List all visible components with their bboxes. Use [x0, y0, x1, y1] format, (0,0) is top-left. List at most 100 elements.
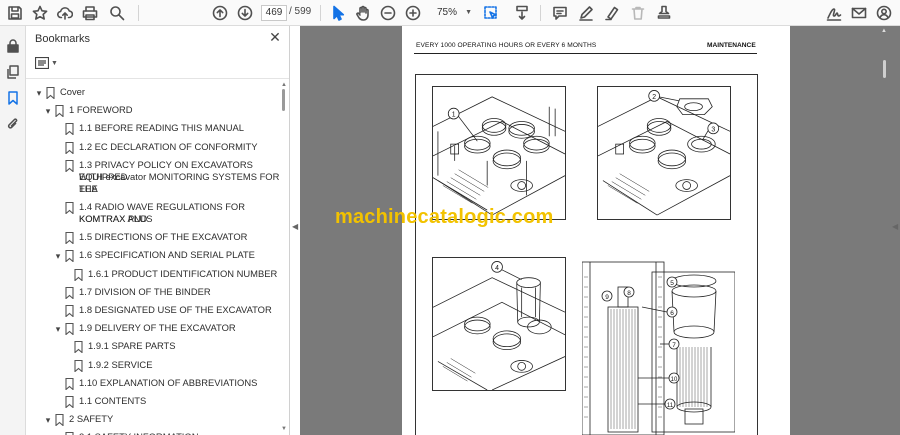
bookmark-label: 1.9.2 SERVICE	[88, 358, 153, 370]
bookmarks-scrollbar-thumb[interactable]	[282, 89, 285, 111]
bookmark-item[interactable]: 1.3 PRIVACY POLICY ON EXCAVATORS EQUIPPE…	[26, 159, 281, 195]
bookmark-icon	[65, 141, 74, 155]
bookmark-item[interactable]: 1.2 EC DECLARATION OF CONFORMITY	[26, 141, 281, 155]
highlight-icon[interactable]	[602, 3, 622, 23]
expand-toggle-icon[interactable]: ▾	[34, 87, 44, 99]
bookmark-icon	[65, 123, 74, 137]
bookmark-item[interactable]: ▾ 1.6 SPECIFICATION AND SERIAL PLATE	[26, 249, 281, 264]
figure-filter-housing-2: 2 3	[597, 86, 731, 220]
pages-icon[interactable]	[4, 63, 22, 81]
zoom-search-icon[interactable]	[107, 3, 127, 23]
bookmark-item[interactable]: 1.4 RADIO WAVE REGULATIONS FOR KOMTRAX A…	[26, 201, 281, 225]
bookmark-icon	[65, 250, 74, 264]
page-up-icon[interactable]	[210, 3, 230, 23]
bookmark-item[interactable]: ▾ 2 SAFETY	[26, 413, 281, 427]
bookmark-label: 1.7 DIVISION OF THE BINDER	[79, 285, 211, 297]
bookmark-options-button[interactable]: ▼	[35, 55, 61, 71]
zoom-out-icon[interactable]	[378, 3, 398, 23]
delete-icon[interactable]	[628, 3, 648, 23]
panel-divider	[26, 78, 289, 79]
scroll-down-arrow[interactable]: ▼	[281, 426, 287, 432]
print-icon[interactable]	[80, 3, 100, 23]
account-icon[interactable]	[874, 3, 894, 23]
bookmark-label: 2 SAFETY	[69, 413, 114, 425]
bookmark-label: KOMTRAX PLUS	[79, 213, 153, 224]
bookmark-item[interactable]: 1.5 DIRECTIONS OF THE EXCAVATOR	[26, 231, 281, 245]
bookmark-item[interactable]: ▾ Cover	[26, 86, 281, 100]
comment-icon[interactable]	[550, 3, 570, 23]
figure-filter-housing-3: 4	[432, 257, 566, 391]
lock-icon[interactable]	[4, 37, 22, 55]
bookmark-item[interactable]: 1.1 CONTENTS	[26, 395, 281, 409]
callout-10: 10	[671, 377, 678, 383]
expand-toggle-icon[interactable]: ▾	[53, 250, 63, 262]
star-icon[interactable]	[30, 3, 50, 23]
scroll-mode-icon[interactable]	[512, 3, 532, 23]
bookmark-icon	[74, 359, 83, 373]
zoom-level-value: 75%	[437, 7, 458, 18]
bookmark-item[interactable]: ▾ 1 FOREWORD	[26, 104, 281, 118]
bookmark-label: 1.10 EXPLANATION OF ABBREVIATIONS	[79, 376, 258, 388]
bookmark-icon	[55, 414, 64, 427]
sign-icon[interactable]	[824, 3, 844, 23]
bookmark-icon[interactable]	[4, 89, 22, 107]
callout-3: 3	[711, 126, 715, 133]
bookmark-icon	[46, 86, 55, 100]
save-icon[interactable]	[5, 3, 25, 23]
expand-toggle-icon[interactable]: ▾	[43, 105, 53, 117]
pen-icon[interactable]	[576, 3, 596, 23]
bookmark-item[interactable]: 1.7 DIVISION OF THE BINDER	[26, 285, 281, 300]
bookmark-icon	[55, 105, 64, 118]
bookmark-icon	[74, 268, 83, 282]
bookmark-label: 1.8 DESIGNATED USE OF THE EXCAVATOR	[79, 304, 272, 315]
callout-2: 2	[652, 94, 656, 101]
callout-7: 7	[672, 342, 676, 349]
expand-toggle-icon[interactable]: ▾	[53, 323, 63, 335]
figure-filter-housing-1: 1	[432, 86, 566, 220]
attachment-icon[interactable]	[4, 115, 22, 133]
doc-scroll-up-arrow[interactable]: ▲	[881, 28, 887, 34]
bookmark-item[interactable]: 1.10 EXPLANATION OF ABBREVIATIONS	[26, 376, 281, 391]
expand-right-panel-arrow[interactable]: ◀	[892, 222, 898, 231]
expand-toggle-icon[interactable]: ▾	[43, 414, 53, 426]
close-icon[interactable]: ✕	[268, 30, 282, 44]
bookmark-icon	[65, 159, 74, 173]
callout-9: 9	[605, 294, 609, 301]
page-header-section: EVERY 1000 OPERATING HOURS OR EVERY 6 MO…	[416, 42, 597, 49]
bookmark-item[interactable]: 1.1 BEFORE READING THIS MANUAL	[26, 122, 281, 137]
scroll-up-arrow[interactable]: ▲	[281, 82, 287, 88]
mail-icon[interactable]	[849, 3, 869, 23]
page-number-input[interactable]: 469	[261, 5, 287, 21]
page-header-chapter: MAINTENANCE	[707, 42, 756, 49]
zoom-in-icon[interactable]	[403, 3, 423, 23]
bookmark-item[interactable]: ▾ 1.9 DELIVERY OF THE EXCAVATOR	[26, 322, 281, 336]
bookmark-label: 1.5 DIRECTIONS OF THE EXCAVATOR	[79, 231, 248, 243]
collapse-panel-arrow[interactable]: ◀	[292, 222, 298, 231]
bookmark-icon	[65, 377, 74, 391]
bookmark-label: 1.6 SPECIFICATION AND SERIAL PLATE	[79, 249, 255, 261]
bookmark-item[interactable]: 1.8 DESIGNATED USE OF THE EXCAVATOR	[26, 304, 281, 318]
select-cursor-icon[interactable]	[328, 3, 348, 23]
zoom-level-select[interactable]: 75% ▼	[429, 5, 475, 21]
figure-filter-element-detail: 5 6 4 7 8 9 10 11	[582, 257, 735, 435]
bookmark-item[interactable]: 1.6.1 PRODUCT IDENTIFICATION NUMBER	[26, 267, 281, 282]
bookmark-item[interactable]: 1.9.1 SPARE PARTS	[26, 340, 281, 355]
callout-5: 5	[670, 280, 674, 287]
bookmark-icon	[65, 304, 74, 318]
callout-1: 1	[452, 112, 456, 119]
page-down-icon[interactable]	[235, 3, 255, 23]
bookmark-item[interactable]: 2.1 SAFETY INFORMATION	[26, 431, 281, 435]
bookmark-icon	[65, 286, 74, 300]
list-options-icon	[35, 57, 49, 69]
bookmark-item[interactable]: 1.9.2 SERVICE	[26, 358, 281, 373]
cloud-upload-icon[interactable]	[55, 3, 75, 23]
document-scrollbar-thumb[interactable]	[883, 60, 886, 78]
bookmarks-panel: Bookmarks ✕ ▼ ▾ Cover ▾ 1 FOREWORD 1.1 BEFOR…	[26, 26, 290, 435]
marquee-icon[interactable]	[481, 3, 501, 23]
stamp-icon[interactable]	[654, 3, 674, 23]
hand-icon[interactable]	[353, 3, 373, 23]
bookmark-icon	[65, 395, 74, 409]
bookmark-label: 1.6.1 PRODUCT IDENTIFICATION NUMBER	[88, 267, 278, 279]
bookmark-label: 1.9 DELIVERY OF THE EXCAVATOR	[79, 322, 236, 334]
header-rule	[414, 53, 757, 54]
